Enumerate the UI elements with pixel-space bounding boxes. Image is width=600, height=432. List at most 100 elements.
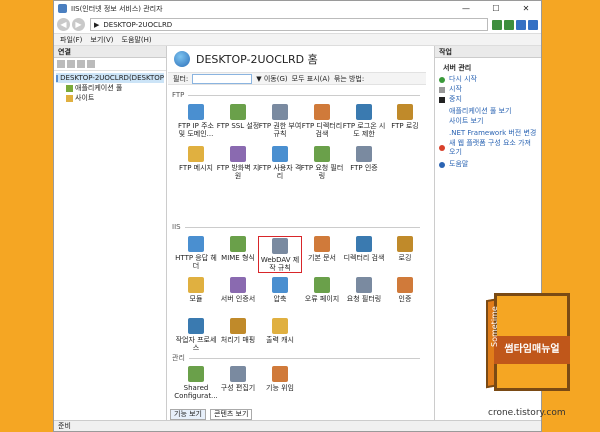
feature-ftp-0[interactable]: FTP IP 주소 및 도메인... bbox=[174, 104, 218, 138]
go-button[interactable]: ▼ 이동(G) bbox=[256, 74, 287, 84]
show-all-button[interactable]: 모두 표시(A) bbox=[292, 74, 330, 84]
filter-label: 필터: bbox=[173, 74, 189, 83]
actions-list: 서버 관리 다시 시작 시작 중지 애플리케이션 풀 보기 사이트 보기 .NE… bbox=[435, 58, 541, 173]
feature-iis-5[interactable]: 로깅 bbox=[383, 236, 427, 262]
back-button[interactable]: ◀ bbox=[57, 18, 70, 31]
feature-mgmt-2[interactable]: 기능 위임 bbox=[258, 366, 302, 392]
feature-label: FTP 메시지 bbox=[179, 164, 213, 172]
feature-ftp-4[interactable]: FTP 로그온 시도 제한 bbox=[342, 104, 386, 138]
menu-help[interactable]: 도움말(H) bbox=[122, 35, 152, 45]
feature-iis-6[interactable]: 모듈 bbox=[174, 277, 218, 303]
feature-iis-8[interactable]: 압축 bbox=[258, 277, 302, 303]
feature-iis-1[interactable]: MIME 형식 bbox=[216, 236, 260, 262]
feature-ftp-5[interactable]: FTP 로깅 bbox=[383, 104, 427, 130]
feature-mgmt-1[interactable]: 구성 편집기 bbox=[216, 366, 260, 392]
action-label: 새 웹 플랫폼 구성 요소 가져오기 bbox=[449, 139, 531, 156]
feature-iis-13[interactable]: 처리기 매핑 bbox=[216, 318, 260, 344]
feature-iis-11[interactable]: 인증 bbox=[383, 277, 427, 303]
feature-ftp-9[interactable]: FTP 요청 필터링 bbox=[300, 146, 344, 180]
forward-button[interactable]: ▶ bbox=[72, 18, 85, 31]
action-get-web-platform[interactable]: 새 웹 플랫폼 구성 요소 가져오기 bbox=[439, 139, 537, 157]
menu-file[interactable]: 파일(F) bbox=[60, 35, 82, 45]
view-tabs: 기능 보기 콘텐츠 보기 bbox=[170, 409, 253, 420]
feature-label: 오류 페이지 bbox=[304, 295, 340, 303]
feature-label: 요청 필터링 bbox=[346, 295, 382, 303]
feature-iis-9[interactable]: 오류 페이지 bbox=[300, 277, 344, 303]
breadcrumb[interactable]: ▶ DESKTOP-2UOCLRD bbox=[90, 18, 488, 31]
tab-features-view[interactable]: 기능 보기 bbox=[170, 409, 206, 420]
feature-ftp-3[interactable]: FTP 디렉터리 검색 bbox=[300, 104, 344, 138]
action-start[interactable]: 시작 bbox=[439, 85, 537, 94]
section-label: IIS bbox=[172, 223, 181, 231]
tree-item-sites[interactable]: 사이트 bbox=[56, 93, 164, 103]
feature-label: FTP IP 주소 및 도메인... bbox=[177, 122, 215, 138]
section-ftp: FTP bbox=[168, 90, 426, 100]
window-title: IIS(인터넷 정보 서비스) 관리자 bbox=[71, 4, 163, 13]
address-tools bbox=[492, 19, 538, 30]
feature-label: FTP 요청 필터링 bbox=[300, 164, 344, 180]
tab-content-view[interactable]: 콘텐츠 보기 bbox=[210, 409, 253, 420]
feature-ftp-10[interactable]: FTP 인증 bbox=[342, 146, 386, 172]
refresh-icon[interactable] bbox=[492, 19, 502, 30]
breadcrumb-server[interactable]: DESKTOP-2UOCLRD bbox=[103, 21, 172, 29]
filter-input[interactable] bbox=[192, 73, 253, 84]
action-stop[interactable]: 중지 bbox=[439, 95, 537, 104]
feature-ftp-6[interactable]: FTP 메시지 bbox=[174, 146, 218, 172]
feature-iis-14[interactable]: 출력 캐시 bbox=[258, 318, 302, 344]
action-change-dotnet[interactable]: .NET Framework 버전 변경 bbox=[439, 129, 537, 138]
feature-icon bbox=[272, 318, 288, 334]
feature-iis-3[interactable]: 기본 문서 bbox=[300, 236, 344, 262]
feature-ftp-8[interactable]: FTP 사용자 격리 bbox=[258, 146, 302, 180]
feature-icon bbox=[188, 236, 204, 252]
tree-item-label: DESKTOP-2UOCLRD(DESKTOP bbox=[60, 74, 164, 82]
feature-ftp-7[interactable]: FTP 방화벽 지원 bbox=[216, 146, 260, 180]
close-button[interactable]: ✕ bbox=[511, 4, 541, 13]
feature-icon bbox=[314, 104, 330, 120]
feature-iis-10[interactable]: 요청 필터링 bbox=[342, 277, 386, 303]
feature-mgmt-0[interactable]: Shared Configurat... bbox=[174, 366, 218, 400]
maximize-button[interactable]: ☐ bbox=[481, 4, 511, 13]
feature-iis-12[interactable]: 작업자 프로세스 bbox=[174, 318, 218, 352]
feature-icon bbox=[397, 104, 413, 120]
feature-icon bbox=[397, 277, 413, 293]
actions-header: 작업 bbox=[435, 46, 541, 58]
minimize-button[interactable]: — bbox=[451, 4, 481, 13]
feature-label: FTP 디렉터리 검색 bbox=[301, 122, 343, 138]
save-icon[interactable] bbox=[67, 60, 75, 68]
feature-icon bbox=[314, 236, 330, 252]
feature-label: 인증 bbox=[398, 295, 412, 303]
feature-iis-4[interactable]: 디렉터리 검색 bbox=[342, 236, 386, 262]
feature-label: FTP 권한 부여 규칙 bbox=[258, 122, 302, 138]
tree-item-server[interactable]: DESKTOP-2UOCLRD(DESKTOP bbox=[56, 73, 164, 83]
menu-bar: 파일(F) 보기(V) 도움말(H) bbox=[54, 34, 541, 46]
action-view-app-pools[interactable]: 애플리케이션 풀 보기 bbox=[439, 107, 537, 116]
feature-icon bbox=[188, 277, 204, 293]
feature-label: 기본 문서 bbox=[308, 254, 336, 262]
action-label: 사이트 보기 bbox=[449, 117, 484, 125]
action-label: 중지 bbox=[449, 95, 462, 103]
menu-view[interactable]: 보기(V) bbox=[90, 35, 113, 45]
tree-item-label: 애플리케이션 풀 bbox=[75, 84, 123, 92]
home-icon[interactable] bbox=[516, 19, 526, 30]
feature-label: FTP 사용자 격리 bbox=[258, 164, 302, 180]
feature-icon bbox=[356, 104, 372, 120]
feature-iis-0[interactable]: HTTP 응답 헤더 bbox=[174, 236, 218, 270]
action-restart[interactable]: 다시 시작 bbox=[439, 75, 537, 84]
app-pool-icon bbox=[66, 84, 73, 92]
feature-ftp-2[interactable]: FTP 권한 부여 규칙 bbox=[258, 104, 302, 138]
actions-group-title: 서버 관리 bbox=[443, 64, 472, 72]
feature-iis-7[interactable]: 서버 인증서 bbox=[216, 277, 260, 303]
tree-item-app-pools[interactable]: 애플리케이션 풀 bbox=[56, 83, 164, 93]
action-view-sites[interactable]: 사이트 보기 bbox=[439, 117, 537, 126]
disconnect-icon[interactable] bbox=[87, 60, 95, 68]
help-icon[interactable] bbox=[528, 19, 538, 30]
action-help[interactable]: 도움말 bbox=[439, 160, 537, 169]
feature-webdav-authoring-rules[interactable]: WebDAV 제작 규칙 bbox=[258, 236, 302, 273]
group-by-label[interactable]: 묶는 방법: bbox=[334, 74, 364, 84]
connect-icon[interactable] bbox=[57, 60, 65, 68]
stop-icon[interactable] bbox=[504, 19, 514, 30]
iis-manager-window: IIS(인터넷 정보 서비스) 관리자 — ☐ ✕ ◀ ▶ ▶ DESKTOP-… bbox=[53, 0, 542, 432]
feature-icon bbox=[272, 146, 288, 162]
feature-ftp-1[interactable]: FTP SSL 설정 bbox=[216, 104, 260, 130]
up-icon[interactable] bbox=[77, 60, 85, 68]
